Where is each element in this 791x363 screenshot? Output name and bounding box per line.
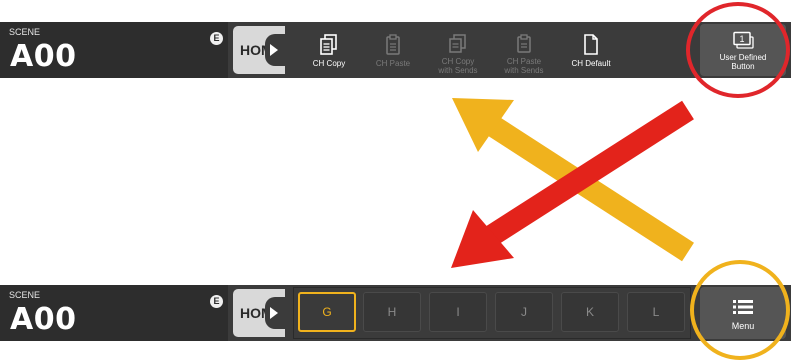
scene-name: A00 <box>10 302 77 337</box>
ch-copy-with-sends-label: CH Copy with Sends <box>438 57 478 75</box>
home-arrow-icon[interactable] <box>265 297 285 329</box>
scene-display[interactable]: SCENE A00 E <box>0 285 228 341</box>
scene-display[interactable]: SCENE A00 E <box>0 22 228 78</box>
top-toolbar: SCENE A00 E HOME CH Copy CH Paste CH Cop… <box>0 22 791 78</box>
scene-label: SCENE <box>9 27 41 37</box>
user-defined-label-line1: User Defined <box>719 53 767 62</box>
red-arrow <box>451 100 694 268</box>
ch-default-icon <box>584 34 598 55</box>
menu-button[interactable]: Menu <box>700 287 786 339</box>
menu-icon <box>733 300 753 314</box>
edit-badge: E <box>210 32 223 45</box>
ch-copy-sends-icon <box>449 34 466 53</box>
user-defined-button[interactable]: 1 User Defined Button <box>700 24 786 76</box>
scene-name: A00 <box>10 39 77 74</box>
ch-copy-with-sends-button[interactable]: CH Copy with Sends <box>430 22 486 78</box>
ch-default-button[interactable]: CH Default <box>562 22 620 78</box>
ch-paste-with-sends-label: CH Paste with Sends <box>504 57 544 75</box>
ch-paste-with-sends-button[interactable]: CH Paste with Sends <box>496 22 552 78</box>
edit-badge: E <box>210 295 223 308</box>
scene-label: SCENE <box>9 290 41 300</box>
user-key-j[interactable]: J <box>495 292 553 332</box>
ch-paste-icon <box>386 34 400 55</box>
user-defined-icon: 1 <box>733 31 754 49</box>
ch-copy-button[interactable]: CH Copy <box>306 22 352 78</box>
ch-paste-button[interactable]: CH Paste <box>370 22 416 78</box>
bottom-toolbar: SCENE A00 E HOME G H I J K L Menu <box>0 285 791 341</box>
ch-default-label: CH Default <box>571 59 611 68</box>
user-defined-number: 1 <box>739 34 744 44</box>
user-defined-label-line2: Button <box>731 62 755 71</box>
menu-label: Menu <box>731 321 755 331</box>
ch-copy-icon <box>320 34 337 55</box>
ch-paste-sends-icon <box>517 34 531 53</box>
ch-paste-label: CH Paste <box>375 59 411 68</box>
user-key-h[interactable]: H <box>363 292 421 332</box>
user-key-k[interactable]: K <box>561 292 619 332</box>
ch-copy-label: CH Copy <box>312 59 346 68</box>
user-key-l[interactable]: L <box>627 292 685 332</box>
user-key-g[interactable]: G <box>298 292 356 332</box>
user-key-i[interactable]: I <box>429 292 487 332</box>
home-arrow-icon[interactable] <box>265 34 285 66</box>
yellow-arrow <box>452 98 694 262</box>
